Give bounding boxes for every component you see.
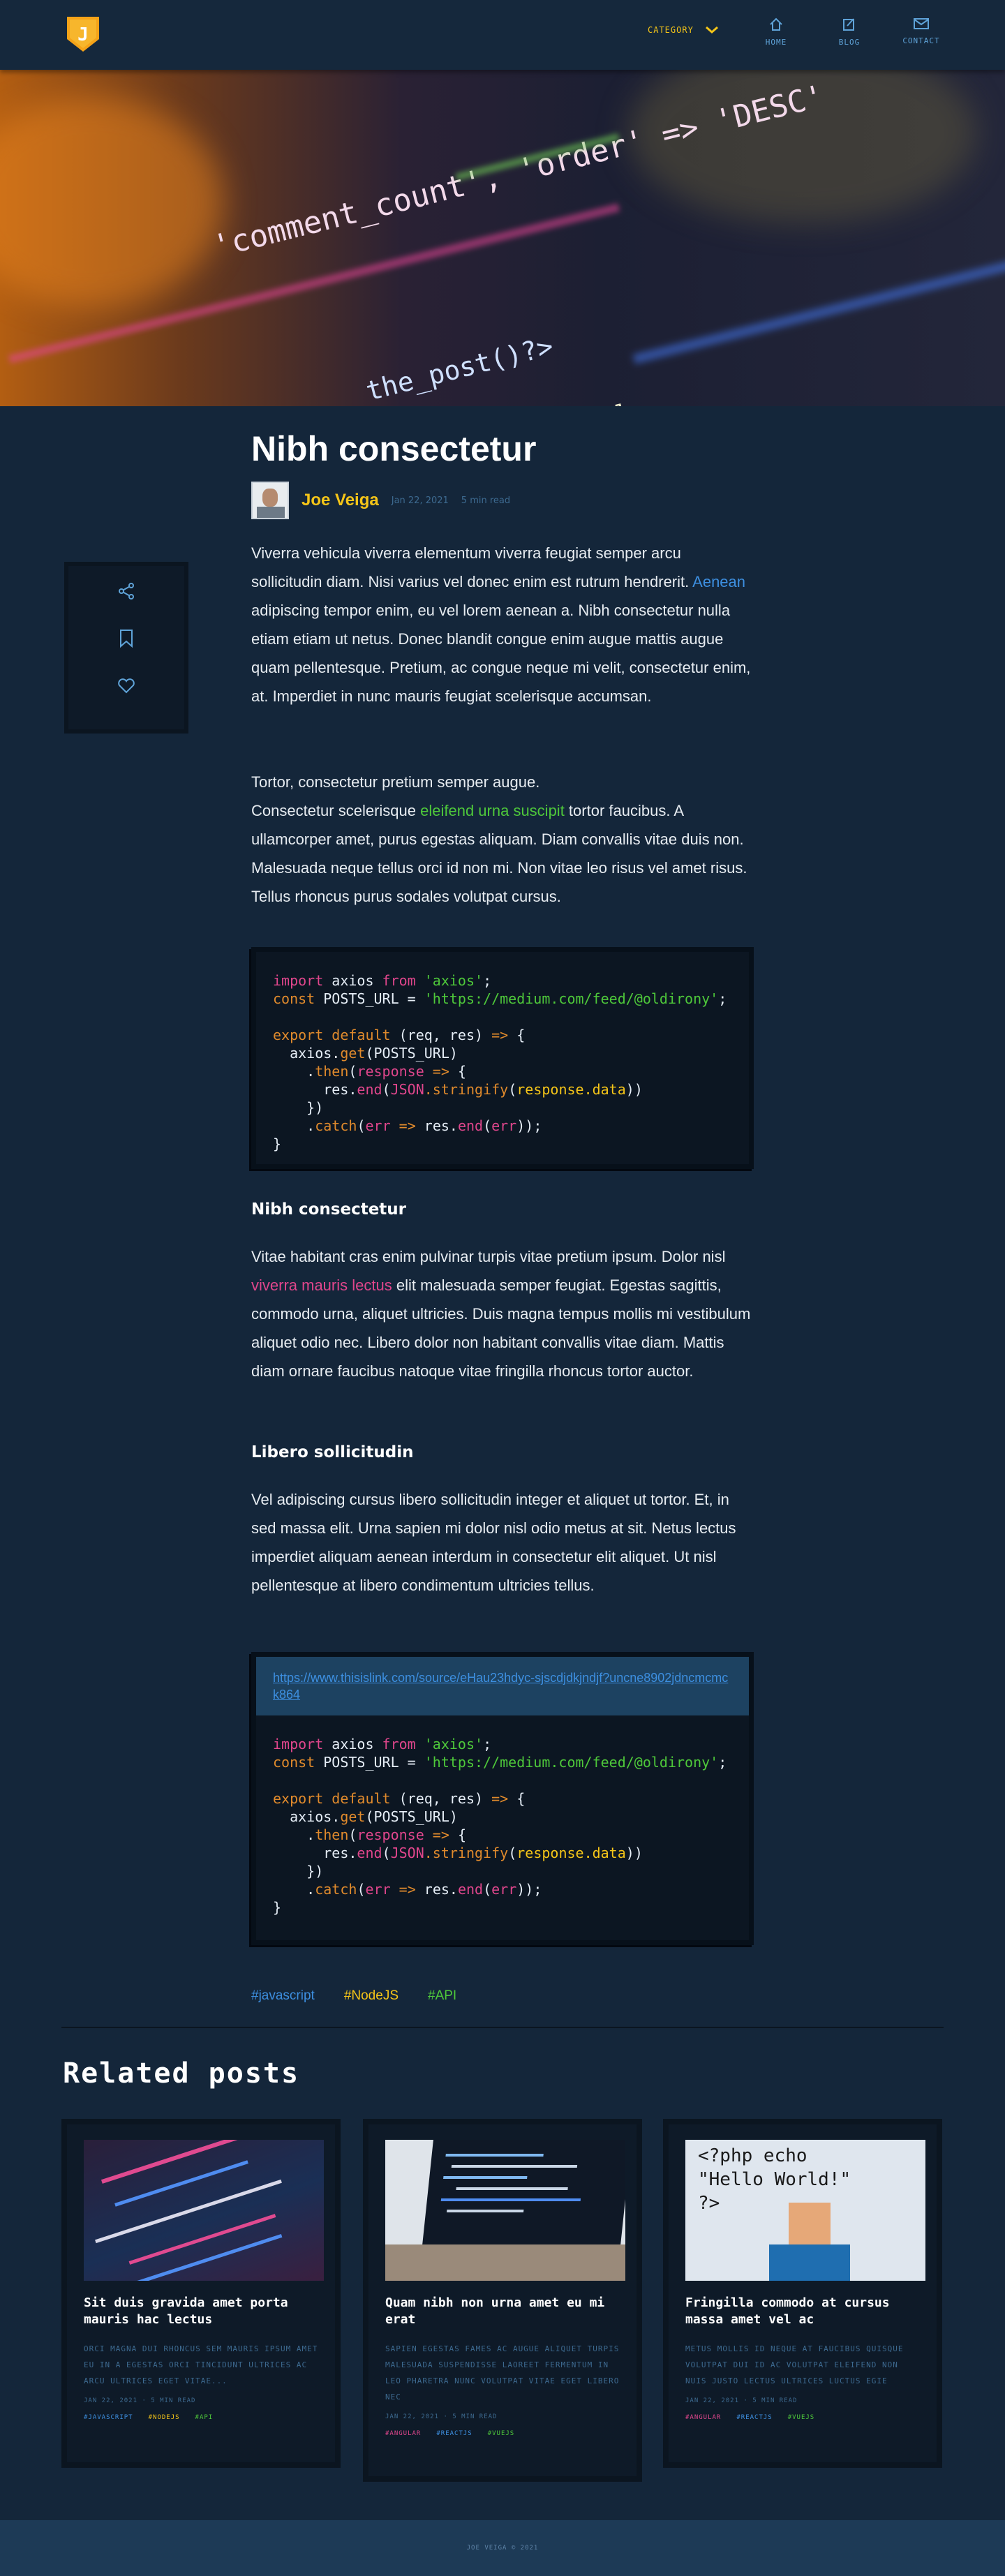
category-label: CATEGORY bbox=[648, 25, 694, 35]
section-heading: Nibh consectetur bbox=[251, 1200, 407, 1219]
card-tags: #JAVASCRIPT #NODEJS #API bbox=[84, 2414, 318, 2421]
card-title[interactable]: Sit duis gravida amet porta mauris hac l… bbox=[84, 2295, 318, 2328]
tag[interactable]: #VUEJS bbox=[788, 2414, 815, 2421]
paragraph: Vel adipiscing cursus libero sollicitudi… bbox=[251, 1491, 736, 1594]
home-icon bbox=[770, 17, 782, 31]
code-block: https://www.thisislink.com/source/eHau23… bbox=[251, 1652, 754, 1945]
card-title[interactable]: Fringilla commodo at cursus massa amet v… bbox=[685, 2295, 920, 2328]
related-card[interactable]: Sit duis gravida amet porta mauris hac l… bbox=[61, 2119, 341, 2468]
hero-image: 'comment_count', 'order' => 'DESC' the_p… bbox=[0, 70, 1005, 406]
tag[interactable]: #REACTJS bbox=[736, 2414, 772, 2421]
blog-icon bbox=[843, 18, 854, 31]
tag[interactable]: #API bbox=[428, 1988, 456, 2004]
code-source-link[interactable]: https://www.thisislink.com/source/eHau23… bbox=[273, 1671, 728, 1702]
code-block: import axios from 'axios'; const POSTS_U… bbox=[251, 947, 754, 1169]
author-name[interactable]: Joe Veiga bbox=[302, 491, 379, 510]
card-meta: JAN 22, 2021 · 5 MIN READ bbox=[685, 2397, 798, 2404]
tag[interactable]: #VUEJS bbox=[488, 2430, 515, 2437]
avatar[interactable] bbox=[251, 482, 289, 519]
heart-icon[interactable] bbox=[115, 675, 137, 697]
card-thumbnail bbox=[84, 2140, 324, 2281]
nav-contact[interactable]: CONTACT bbox=[893, 17, 949, 45]
nav-blog[interactable]: BLOG bbox=[821, 17, 877, 47]
paragraph: Viverra vehicula viverra elementum viver… bbox=[251, 544, 751, 705]
card-thumbnail bbox=[385, 2140, 625, 2281]
inline-link[interactable]: viverra mauris lectus bbox=[251, 1276, 392, 1294]
nav-home[interactable]: HOME bbox=[748, 17, 804, 47]
tag-list: #javascript #NodeJS #API bbox=[251, 1988, 456, 2004]
card-thumbnail: <?php echo "Hello World!" ?> bbox=[685, 2140, 925, 2281]
hero-code-line: the_post()?> bbox=[363, 330, 557, 406]
mail-icon bbox=[914, 18, 929, 29]
code-source-bar: https://www.thisislink.com/source/eHau23… bbox=[256, 1657, 749, 1715]
related-card[interactable]: Quam nibh non urna amet eu mi erat SAPIE… bbox=[363, 2119, 642, 2482]
category-dropdown[interactable]: CATEGORY bbox=[648, 25, 719, 35]
nav-home-label: HOME bbox=[765, 38, 787, 47]
tag[interactable]: #ANGULAR bbox=[385, 2430, 421, 2437]
tag[interactable]: #NodeJS bbox=[344, 1988, 399, 2004]
inline-link[interactable]: eleifend urna suscipit bbox=[420, 802, 565, 819]
card-tags: #ANGULAR #REACTJS #VUEJS bbox=[385, 2430, 620, 2437]
card-excerpt: METUS MOLLIS ID NEQUE AT FAUCIBUS QUISQU… bbox=[685, 2344, 904, 2385]
bookmark-icon[interactable] bbox=[115, 627, 137, 650]
card-tags: #ANGULAR #REACTJS #VUEJS bbox=[685, 2414, 920, 2421]
article-title: Nibh consectetur bbox=[251, 429, 537, 468]
footer: JOE VEIGA © 2021 bbox=[0, 2520, 1005, 2576]
paragraph: Tortor, consectetur pretium semper augue… bbox=[251, 773, 747, 905]
nav-contact-label: CONTACT bbox=[902, 36, 940, 45]
logo-letter: J bbox=[77, 24, 89, 45]
nav-blog-label: BLOG bbox=[838, 38, 861, 47]
chevron-down-icon bbox=[705, 26, 718, 33]
top-navbar: J CATEGORY HOME BLOG CONTACT bbox=[0, 0, 1005, 70]
divider bbox=[61, 2027, 944, 2028]
footer-text: JOE VEIGA © 2021 bbox=[466, 2545, 539, 2552]
hero-code-line: has post_thumbnail bbox=[377, 399, 633, 406]
card-excerpt: SAPIEN EGESTAS FAMES AC AUGUE ALIQUET TU… bbox=[385, 2344, 620, 2402]
related-card[interactable]: <?php echo "Hello World!" ?> Fringilla c… bbox=[663, 2119, 942, 2468]
related-posts-title: Related posts bbox=[63, 2057, 300, 2090]
read-time: 5 min read bbox=[461, 495, 511, 506]
share-icon[interactable] bbox=[115, 580, 137, 602]
inline-link[interactable]: Aenean bbox=[692, 573, 745, 590]
share-sidebar bbox=[64, 562, 188, 734]
author-row: Joe Veiga Jan 22, 2021 5 min read bbox=[251, 482, 510, 519]
card-excerpt: ORCI MAGNA DUI RHONCUS SEM MAURIS IPSUM … bbox=[84, 2344, 318, 2385]
paragraph: Vitae habitant cras enim pulvinar turpis… bbox=[251, 1248, 751, 1380]
section-heading: Libero sollicitudin bbox=[251, 1443, 414, 1461]
post-date: Jan 22, 2021 bbox=[391, 495, 449, 506]
logo[interactable]: J bbox=[66, 15, 100, 53]
card-title[interactable]: Quam nibh non urna amet eu mi erat bbox=[385, 2295, 620, 2328]
tag[interactable]: #JAVASCRIPT bbox=[84, 2414, 133, 2421]
card-meta: JAN 22, 2021 · 5 MIN READ bbox=[385, 2413, 498, 2420]
tag[interactable]: #API bbox=[195, 2414, 214, 2421]
tag[interactable]: #javascript bbox=[251, 1988, 315, 2004]
tag[interactable]: #ANGULAR bbox=[685, 2414, 721, 2421]
tag[interactable]: #NODEJS bbox=[149, 2414, 180, 2421]
card-meta: JAN 22, 2021 · 5 MIN READ bbox=[84, 2397, 196, 2404]
tag[interactable]: #REACTJS bbox=[436, 2430, 472, 2437]
